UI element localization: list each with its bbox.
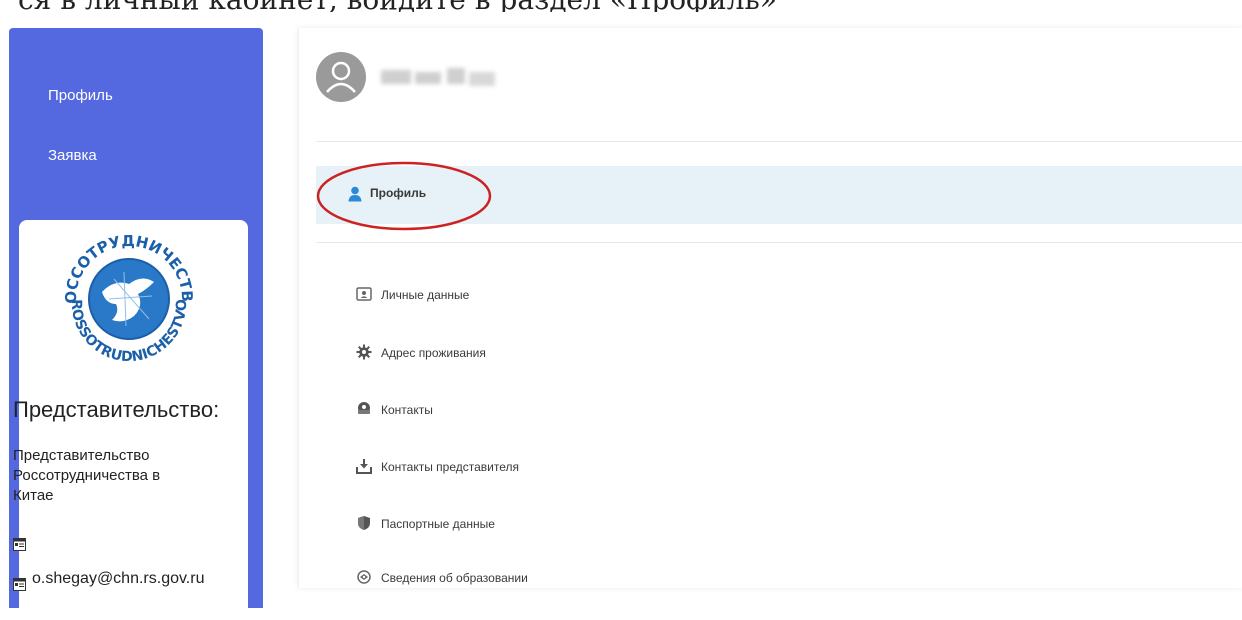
user-icon [326,61,356,93]
username-redacted [381,66,501,92]
representation-name: Представительство Россотрудничества в Ки… [13,447,161,504]
top-caption: ся в личный кабинет, войдите в раздел «П… [0,0,1242,12]
contacts-icon [356,401,372,417]
divider [316,242,1242,243]
profile-panel: Профиль Личные данные Адрес проживания К… [298,28,1242,588]
gear-icon [356,344,372,360]
id-card-icon [13,536,26,551]
red-circle-annotation [316,161,492,231]
representation-card: РОССОТРУДНИЧЕСТВО ROSSOTRUDNICHESTVO Пре… [13,210,248,620]
id-card-icon [356,286,372,302]
download-icon [356,458,372,474]
divider [316,141,1242,142]
education-icon [356,569,372,585]
top-caption-text: ся в личный кабинет, войдите в раздел «П… [18,0,777,12]
representation-title: Представительство: [13,397,220,422]
sidebar: Профиль Заявка РОССОТРУДНИЧЕСТВО ROSSOTR… [9,28,263,620]
representation-email[interactable]: o.shegay@chn.rs.gov.ru [32,570,204,588]
menu-item-label: Адрес проживания [381,346,486,360]
email-card-icon [13,576,26,591]
menu-item-label: Личные данные [381,288,470,302]
sidebar-item-request[interactable]: Заявка [48,147,97,164]
avatar[interactable] [316,52,366,102]
menu-item-label: Контакты [381,403,433,417]
sidebar-item-profile[interactable]: Профиль [48,87,113,104]
shield-icon [356,515,372,531]
menu-item-label: Паспортные данные [381,517,495,531]
menu-item-label: Сведения об образовании [381,571,528,585]
menu-item-label: Контакты представителя [381,460,519,474]
rossotrudnichestvo-logo: РОССОТРУДНИЧЕСТВО ROSSOTRUDNICHESTVO [48,210,204,374]
